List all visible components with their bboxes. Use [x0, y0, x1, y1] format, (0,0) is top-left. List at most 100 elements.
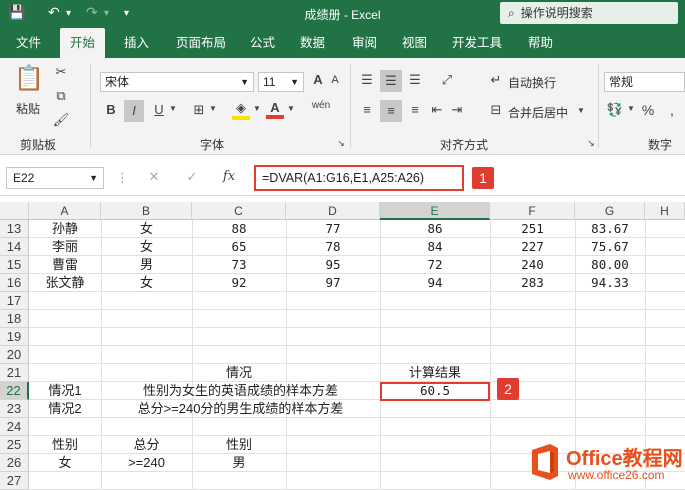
- cell-b22[interactable]: 性别为女生的英语成绩的样本方差: [101, 382, 380, 400]
- cell-c13[interactable]: 88: [192, 220, 286, 238]
- cut-icon[interactable]: ✂: [52, 64, 70, 80]
- formula-input[interactable]: =DVAR(A1:G16,E1,A25:A26): [254, 165, 464, 191]
- cell-g13[interactable]: 83.67: [575, 220, 645, 238]
- tab-page-layout[interactable]: 页面布局: [176, 28, 226, 58]
- copy-icon[interactable]: ⧉: [52, 88, 70, 104]
- cancel-icon[interactable]: ✕: [146, 169, 162, 185]
- underline-button[interactable]: U: [150, 102, 168, 117]
- column-header-e[interactable]: E: [380, 202, 490, 220]
- cell-c25[interactable]: 性别: [192, 436, 286, 454]
- tab-help[interactable]: 帮助: [528, 28, 553, 58]
- cell-c15[interactable]: 73: [192, 256, 286, 274]
- format-painter-icon[interactable]: 🖌: [52, 112, 70, 128]
- accounting-format-icon[interactable]: 💱: [606, 102, 624, 118]
- select-all-corner[interactable]: [0, 202, 29, 220]
- row-header-19[interactable]: 19: [0, 328, 29, 346]
- align-right-icon[interactable]: ≡: [406, 102, 424, 117]
- italic-button[interactable]: I: [124, 100, 144, 122]
- cell-c21[interactable]: 情况: [192, 364, 286, 382]
- tab-review[interactable]: 审阅: [352, 28, 377, 58]
- paste-icon[interactable]: 📋: [14, 64, 44, 94]
- cell-a15[interactable]: 曹雷: [29, 256, 101, 274]
- cell-e22[interactable]: 60.5: [380, 382, 490, 400]
- column-header-b[interactable]: B: [101, 202, 192, 220]
- cell-c14[interactable]: 65: [192, 238, 286, 256]
- row-header-21[interactable]: 21: [0, 364, 29, 382]
- tab-developer[interactable]: 开发工具: [452, 28, 502, 58]
- enter-icon[interactable]: ✓: [184, 169, 200, 185]
- column-header-a[interactable]: A: [29, 202, 101, 220]
- tab-home[interactable]: 开始: [60, 28, 106, 59]
- row-header-18[interactable]: 18: [0, 310, 29, 328]
- chevron-down-icon[interactable]: ▼: [626, 104, 636, 113]
- borders-icon[interactable]: ⊞: [190, 102, 208, 118]
- column-header-c[interactable]: C: [192, 202, 286, 220]
- cell-g16[interactable]: 94.33: [575, 274, 645, 292]
- cell-b25[interactable]: 总分: [101, 436, 192, 454]
- cell-g15[interactable]: 80.00: [575, 256, 645, 274]
- cell-b23[interactable]: 总分>=240分的男生成绩的样本方差: [101, 400, 380, 418]
- font-name-dropdown[interactable]: 宋体 ▼: [100, 72, 254, 92]
- cell-d16[interactable]: 97: [286, 274, 380, 292]
- font-grow-icon[interactable]: A: [310, 72, 326, 87]
- fill-color-icon[interactable]: ◈: [232, 100, 250, 120]
- chevron-down-icon[interactable]: ▼: [168, 104, 178, 113]
- name-box[interactable]: E22 ▼: [6, 167, 104, 189]
- cell-c16[interactable]: 92: [192, 274, 286, 292]
- align-bottom-icon[interactable]: ☰: [406, 72, 424, 88]
- wrap-text-button[interactable]: 自动换行: [508, 74, 556, 91]
- align-left-icon[interactable]: ≡: [358, 102, 376, 117]
- increase-indent-icon[interactable]: ⇥: [448, 102, 466, 118]
- cell-e13[interactable]: 86: [380, 220, 490, 238]
- row-header-13[interactable]: 13: [0, 220, 29, 238]
- cell-a16[interactable]: 张文静: [29, 274, 101, 292]
- cell-a26[interactable]: 女: [29, 454, 101, 472]
- dialog-launcher-icon[interactable]: ↘: [336, 138, 346, 149]
- cell-d13[interactable]: 77: [286, 220, 380, 238]
- dialog-launcher-icon[interactable]: ↘: [586, 138, 596, 149]
- phonetic-guide-icon[interactable]: wén: [310, 100, 332, 111]
- tab-insert[interactable]: 插入: [124, 28, 149, 58]
- row-header-15[interactable]: 15: [0, 256, 29, 274]
- row-header-16[interactable]: 16: [0, 274, 29, 292]
- tab-file[interactable]: 文件: [16, 28, 41, 58]
- cell-a13[interactable]: 孙静: [29, 220, 101, 238]
- merge-center-icon[interactable]: ⊟: [488, 102, 504, 118]
- font-size-dropdown[interactable]: 11 ▼: [258, 72, 304, 92]
- font-color-icon[interactable]: A: [266, 100, 284, 119]
- row-header-24[interactable]: 24: [0, 418, 29, 436]
- paste-button[interactable]: 粘贴: [16, 100, 40, 117]
- cell-d14[interactable]: 78: [286, 238, 380, 256]
- column-header-d[interactable]: D: [286, 202, 380, 220]
- cell-e16[interactable]: 94: [380, 274, 490, 292]
- font-shrink-icon[interactable]: A: [328, 74, 342, 86]
- cell-e15[interactable]: 72: [380, 256, 490, 274]
- column-header-g[interactable]: G: [575, 202, 645, 220]
- cell-e14[interactable]: 84: [380, 238, 490, 256]
- tab-formulas[interactable]: 公式: [250, 28, 275, 58]
- cell-b16[interactable]: 女: [101, 274, 192, 292]
- cell-a14[interactable]: 李丽: [29, 238, 101, 256]
- cell-f13[interactable]: 251: [490, 220, 575, 238]
- cell-e21[interactable]: 计算结果: [380, 364, 490, 382]
- cell-a23[interactable]: 情况2: [29, 400, 101, 418]
- row-header-25[interactable]: 25: [0, 436, 29, 454]
- orientation-icon[interactable]: ⤢: [438, 72, 456, 88]
- chevron-down-icon[interactable]: ▼: [286, 104, 296, 113]
- align-middle-icon[interactable]: ☰: [380, 70, 402, 92]
- decrease-indent-icon[interactable]: ⇤: [428, 102, 446, 118]
- percent-style-button[interactable]: %: [640, 102, 656, 118]
- cell-c26[interactable]: 男: [192, 454, 286, 472]
- cell-a25[interactable]: 性别: [29, 436, 101, 454]
- chevron-down-icon[interactable]: ▼: [208, 104, 218, 113]
- cell-d15[interactable]: 95: [286, 256, 380, 274]
- number-format-dropdown[interactable]: 常规: [604, 72, 685, 92]
- row-header-26[interactable]: 26: [0, 454, 29, 472]
- cell-f16[interactable]: 283: [490, 274, 575, 292]
- tab-view[interactable]: 视图: [402, 28, 427, 58]
- cell-b13[interactable]: 女: [101, 220, 192, 238]
- cell-f14[interactable]: 227: [490, 238, 575, 256]
- chevron-down-icon[interactable]: ▼: [252, 104, 262, 113]
- wrap-text-icon[interactable]: ↵: [488, 72, 504, 88]
- cell-b14[interactable]: 女: [101, 238, 192, 256]
